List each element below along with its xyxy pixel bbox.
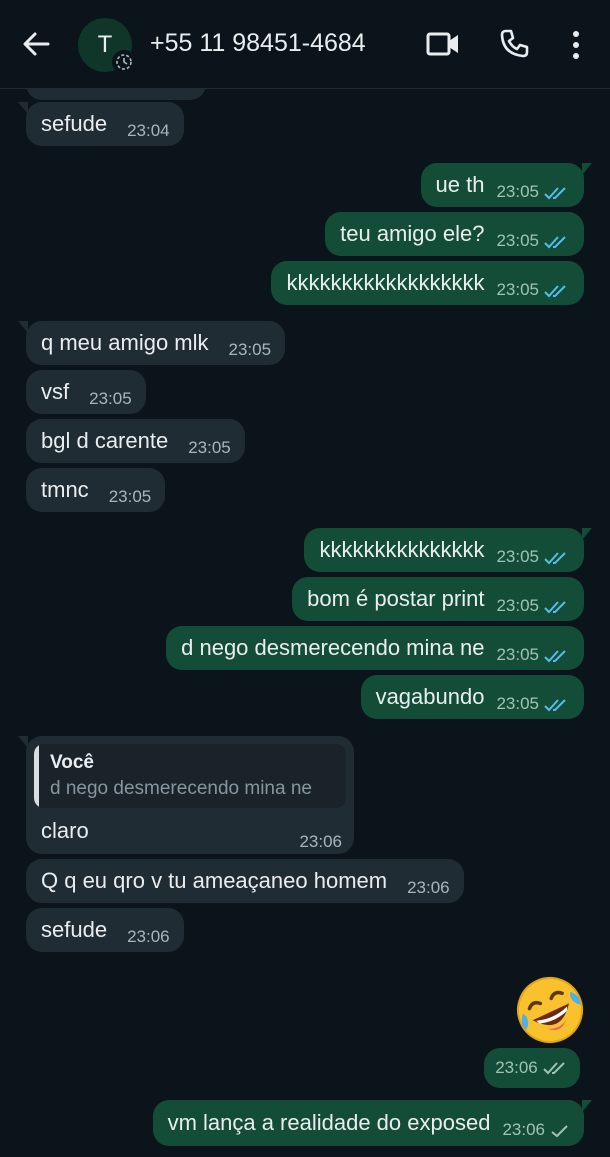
message-outgoing[interactable]: kkkkkkkkkkkkkkkkkk 23:05 [271, 261, 584, 305]
disappearing-timer-icon [112, 50, 136, 74]
message-incoming[interactable]: q meu amigo mlk 23:05 [17, 321, 286, 365]
message-text: claro [41, 818, 89, 843]
partial-message-bubble [26, 88, 206, 100]
read-ticks-icon [544, 698, 566, 711]
read-ticks-icon [544, 186, 566, 199]
message-text: d nego desmerecendo mina ne [181, 635, 485, 660]
message-outgoing[interactable]: teu amigo ele? 23:05 [325, 212, 584, 256]
message-text: Q q eu qro v tu ameaçaneo homem [41, 868, 388, 893]
message-incoming[interactable]: tmnc 23:05 [26, 468, 166, 512]
message-outgoing[interactable]: vm lança a realidade do exposed 23:06 [152, 1100, 593, 1146]
voice-call-icon[interactable] [498, 28, 530, 60]
read-ticks-icon [544, 649, 566, 662]
message-time: 23:05 [108, 487, 152, 506]
message-text: q meu amigo mlk [41, 330, 209, 355]
message-time: 23:05 [496, 547, 539, 566]
message-time: 23:06 [407, 878, 450, 897]
message-text: bom é postar print [307, 586, 485, 611]
message-incoming[interactable]: sefude 23:04 [18, 102, 184, 146]
message-time: 23:06 [502, 1120, 545, 1139]
video-call-icon[interactable] [426, 31, 460, 57]
message-text: ue th [435, 172, 485, 197]
message-time: 23:05 [496, 280, 539, 299]
message-time: 23:05 [496, 182, 539, 201]
message-outgoing[interactable]: d nego desmerecendo mina ne 23:05 [166, 626, 584, 670]
contact-name[interactable]: +55 11 98451-4684 [150, 29, 366, 58]
message-text: sefude [41, 111, 108, 136]
sticker-time: 23:06 [484, 1048, 580, 1088]
back-arrow-icon[interactable] [20, 28, 52, 60]
message-text: kkkkkkkkkkkkkkk [319, 537, 485, 562]
delivered-ticks-icon [543, 1062, 565, 1075]
message-time: 23:05 [89, 389, 132, 408]
quoted-text: d nego desmerecendo mina ne [50, 778, 312, 799]
message-text: vm lança a realidade do exposed [167, 1110, 491, 1135]
message-time: 23:05 [188, 438, 231, 457]
message-text: vagabundo [375, 684, 485, 709]
message-incoming[interactable]: sefude 23:06 [26, 908, 184, 952]
message-outgoing[interactable]: vagabundo 23:05 [360, 675, 584, 719]
quote-bar [34, 744, 39, 808]
quoted-message[interactable]: Você d nego desmerecendo mina ne [34, 744, 346, 808]
message-outgoing[interactable]: kkkkkkkkkkkkkkk 23:05 [304, 528, 592, 572]
message-time: 23:06 [495, 1058, 538, 1077]
rolling-laughing-emoji-icon[interactable] [514, 974, 586, 1046]
read-ticks-icon [544, 284, 566, 297]
message-text: teu amigo ele? [340, 221, 485, 246]
message-text: sefude [41, 917, 108, 942]
message-outgoing[interactable]: bom é postar print 23:05 [292, 577, 584, 621]
avatar-letter: T [97, 31, 113, 58]
message-time: 23:05 [496, 694, 539, 713]
message-time: 23:05 [496, 596, 539, 615]
message-incoming[interactable]: bgl d carente 23:05 [26, 419, 245, 463]
message-incoming[interactable]: vsf 23:05 [26, 370, 146, 414]
message-text: vsf [41, 379, 70, 404]
message-time: 23:06 [127, 927, 170, 946]
quoted-author: Você [50, 752, 95, 773]
message-time: 23:05 [496, 231, 539, 250]
message-text: tmnc [41, 477, 89, 502]
read-ticks-icon [544, 551, 566, 564]
message-outgoing[interactable]: ue th 23:05 [420, 163, 593, 207]
message-time: 23:05 [496, 645, 539, 664]
message-time: 23:05 [228, 340, 272, 359]
message-incoming[interactable]: Q q eu qro v tu ameaçaneo homem 23:06 [26, 859, 464, 903]
sent-tick-icon [551, 1124, 568, 1137]
message-time: 23:06 [299, 832, 342, 851]
reply-message[interactable]: Você d nego desmerecendo mina ne claro 2… [18, 736, 354, 854]
message-text: kkkkkkkkkkkkkkkkkk [286, 270, 485, 295]
read-ticks-icon [544, 600, 566, 613]
avatar[interactable]: T [78, 18, 136, 74]
read-ticks-icon [544, 235, 566, 248]
more-options-icon[interactable] [570, 30, 582, 60]
message-time: 23:04 [127, 121, 170, 140]
message-text: bgl d carente [41, 428, 169, 453]
message-list[interactable]: sefude 23:04 ue th 23:05 teu amigo ele? … [0, 88, 610, 1157]
chat-header: T +55 11 98451-4684 [0, 0, 610, 89]
